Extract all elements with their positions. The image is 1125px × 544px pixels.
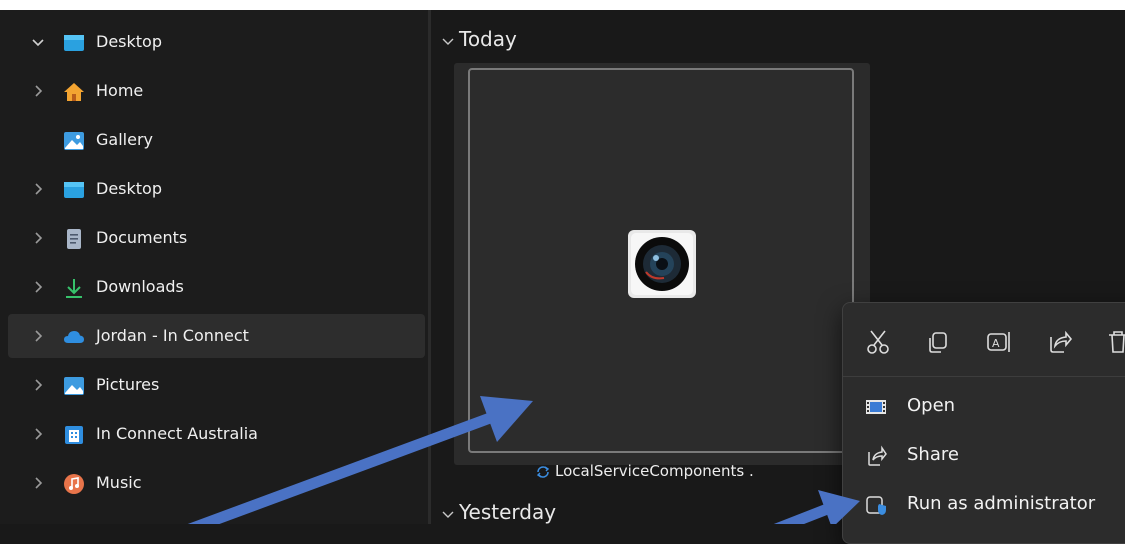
group-label: Today (459, 27, 517, 51)
menu-item-run-as-administrator[interactable]: Run as administrator (843, 483, 1125, 527)
chevron-right-icon[interactable] (30, 328, 46, 344)
file-name-label[interactable]: LocalServiceComponents . (535, 462, 754, 480)
pictures-icon (64, 377, 84, 395)
window-top-edge (0, 0, 1125, 10)
sidebar-item-label: Desktop (96, 32, 162, 51)
sidebar-item-downloads[interactable]: Downloads (8, 265, 425, 309)
sidebar-item-label: Gallery (96, 130, 153, 149)
open-app-icon (866, 400, 886, 414)
chevron-right-icon[interactable] (30, 83, 46, 99)
download-icon (66, 279, 82, 298)
delete-icon[interactable] (1101, 325, 1125, 359)
sidebar-item-label: Downloads (96, 277, 184, 296)
camera-app-icon (628, 230, 696, 298)
menu-item-label: Share (907, 444, 959, 465)
sidebar-item-label: Pictures (96, 375, 160, 394)
gallery-icon (64, 132, 84, 150)
menu-item-open[interactable]: Open (843, 385, 1125, 429)
sidebar-item-gallery[interactable]: Gallery (8, 118, 425, 162)
chevron-right-icon[interactable] (30, 377, 46, 393)
group-header-yesterday[interactable]: Yesterday (441, 500, 556, 524)
share-icon (868, 445, 887, 466)
building-icon (65, 426, 83, 444)
sidebar-item-label: Music (96, 473, 142, 492)
context-menu-separator (843, 376, 1125, 377)
rename-icon[interactable]: A (981, 325, 1015, 359)
sidebar-item-label: Home (96, 81, 144, 100)
share-icon[interactable] (1041, 325, 1075, 359)
music-icon (64, 474, 84, 494)
sidebar-item-pictures[interactable]: Pictures (8, 363, 425, 407)
sidebar-item-onedrive[interactable]: Jordan - In Connect (8, 314, 425, 358)
context-menu: A Open Share Run as administrator (842, 302, 1125, 544)
sidebar-item-label: Jordan - In Connect (96, 326, 249, 345)
menu-item-share[interactable]: Share (843, 434, 1125, 478)
onedrive-cloud-icon (64, 331, 84, 343)
home-icon (64, 83, 84, 101)
sidebar-item-home[interactable]: Home (8, 69, 425, 113)
desktop-icon (64, 35, 84, 51)
sidebar-item-in-connect-australia[interactable]: In Connect Australia (8, 412, 425, 456)
sidebar-item-desktop-root[interactable]: Desktop (8, 20, 425, 64)
desktop-icon (64, 182, 84, 198)
file-name-text: LocalServiceComponents . (555, 462, 754, 480)
chevron-down-icon (442, 38, 454, 45)
chevron-right-icon[interactable] (30, 475, 46, 491)
chevron-down-icon (442, 511, 454, 518)
chevron-right-icon[interactable] (30, 230, 46, 246)
chevron-down-icon[interactable] (30, 34, 46, 50)
group-header-today[interactable]: Today (441, 27, 517, 51)
shield-admin-icon (866, 496, 886, 515)
svg-text:A: A (992, 337, 1000, 350)
chevron-right-icon[interactable] (30, 426, 46, 442)
sidebar-item-label: Desktop (96, 179, 162, 198)
navigation-pane: Desktop Home Gallery Desktop Documents D… (0, 10, 428, 524)
copy-icon[interactable] (921, 325, 955, 359)
file-tile-selected[interactable] (468, 68, 854, 453)
sidebar-item-documents[interactable]: Documents (8, 216, 425, 260)
sync-icon (536, 465, 550, 478)
menu-item-label: Open (907, 395, 956, 416)
group-label: Yesterday (459, 500, 557, 524)
menu-item-label: Run as administrator (907, 493, 1096, 514)
cut-icon[interactable] (861, 325, 895, 359)
sidebar-item-music[interactable]: Music (8, 461, 425, 505)
sidebar-item-label: In Connect Australia (96, 424, 258, 443)
sidebar-item-desktop[interactable]: Desktop (8, 167, 425, 211)
chevron-right-icon[interactable] (30, 181, 46, 197)
sidebar-item-label: Documents (96, 228, 188, 247)
chevron-right-icon[interactable] (30, 279, 46, 295)
document-icon (67, 229, 81, 249)
